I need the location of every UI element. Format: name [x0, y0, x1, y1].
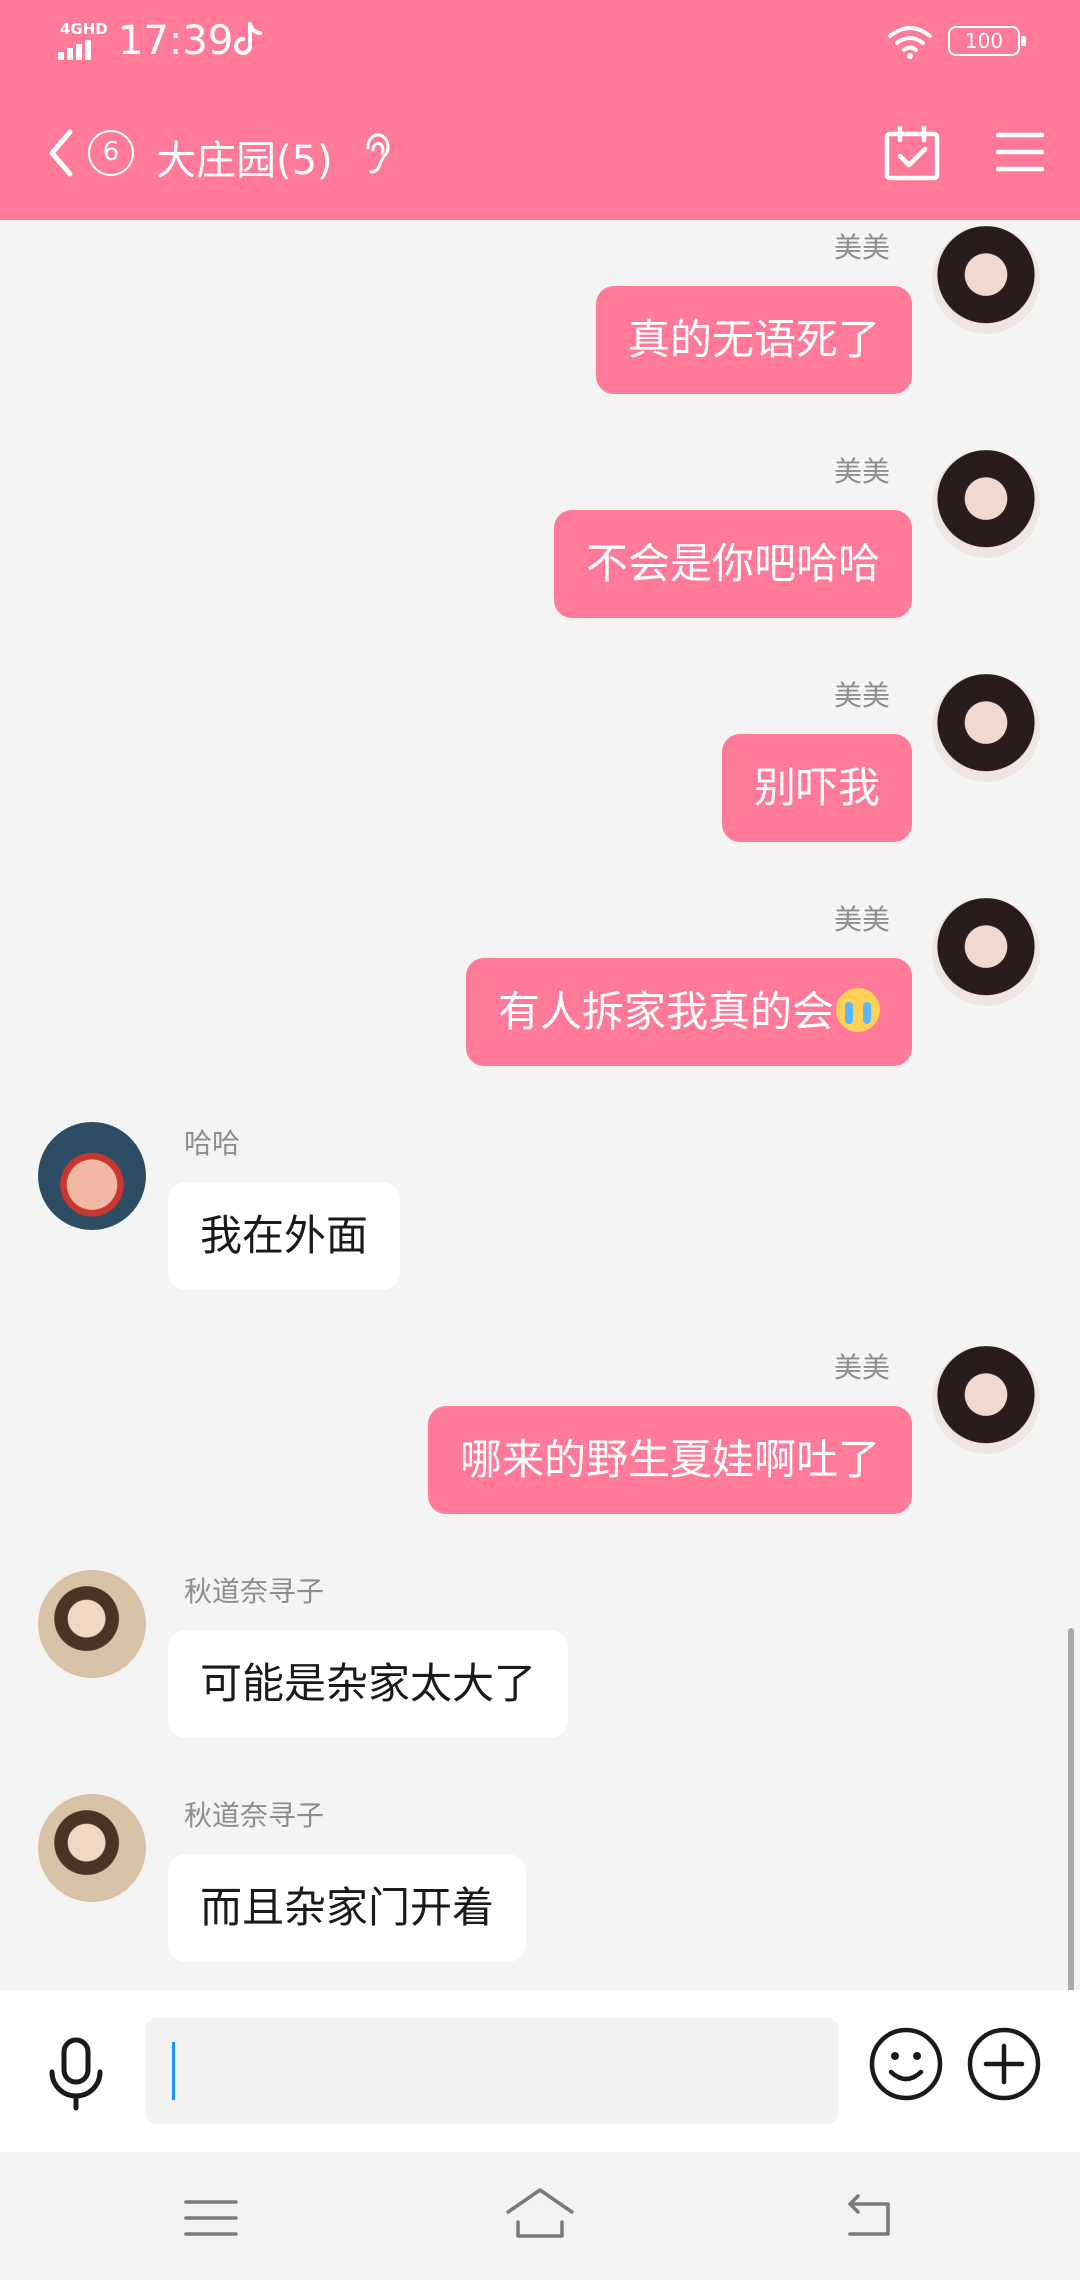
sender-name: 秋道奈寻子: [184, 1799, 325, 1832]
status-bar: 4GHD 17:39 100: [0, 0, 1080, 84]
avatar[interactable]: [932, 674, 1040, 782]
status-time: 17:39: [118, 18, 234, 64]
sender-name: 美美: [833, 231, 890, 264]
text-cursor: [172, 2042, 175, 2100]
wifi-icon: [888, 26, 932, 59]
message-bubble[interactable]: 有人拆家我真的会: [465, 958, 912, 1066]
sender-name: 美美: [833, 679, 890, 712]
avatar[interactable]: [932, 898, 1040, 1006]
avatar[interactable]: [38, 1122, 146, 1230]
unread-count-badge[interactable]: 6: [88, 130, 134, 176]
signal-icon: 4GHD: [58, 20, 108, 60]
message-bubble[interactable]: 不会是你吧哈哈: [553, 510, 912, 618]
battery-level: 100: [964, 29, 1004, 53]
chat-header: 6 大庄园(5): [0, 110, 1080, 200]
message-bubble[interactable]: 真的无语死了: [595, 286, 912, 394]
scrollbar[interactable]: [1068, 1628, 1074, 1992]
system-navigation-bar: [0, 2152, 1080, 2280]
calendar-check-icon[interactable]: [882, 124, 942, 184]
network-type: 4GHD: [60, 20, 108, 38]
smiley-icon[interactable]: [868, 2026, 944, 2102]
input-bar: [0, 1990, 1080, 2152]
sender-name: 美美: [833, 455, 890, 488]
menu-icon[interactable]: [996, 130, 1044, 174]
tiktok-icon: [234, 22, 262, 55]
menu-lines-icon[interactable]: [184, 2198, 238, 2238]
unread-count: 6: [102, 137, 120, 167]
message-bubble[interactable]: 可能是杂家太大了: [168, 1630, 569, 1738]
home-icon[interactable]: [504, 2186, 576, 2242]
crying-emoji-icon: [836, 988, 880, 1032]
message-bubble[interactable]: 别吓我: [721, 734, 912, 842]
message-bubble[interactable]: 而且杂家门开着: [168, 1854, 527, 1962]
sender-name: 哈哈: [184, 1127, 241, 1160]
battery-icon: 100: [948, 26, 1026, 56]
avatar[interactable]: [932, 450, 1040, 558]
avatar[interactable]: [38, 1570, 146, 1678]
avatar[interactable]: [38, 1794, 146, 1902]
microphone-icon[interactable]: [42, 2036, 110, 2112]
message-text: 有人拆家我真的会: [497, 987, 834, 1036]
avatar[interactable]: [932, 226, 1040, 334]
sender-name: 秋道奈寻子: [184, 1575, 325, 1608]
chat-title[interactable]: 大庄园(5): [156, 128, 333, 186]
sender-name: 美美: [833, 903, 890, 936]
message-bubble[interactable]: 我在外面: [168, 1182, 401, 1290]
ear-icon[interactable]: [360, 130, 392, 180]
message-input[interactable]: [146, 2018, 838, 2124]
back-arrow-icon[interactable]: [840, 2192, 896, 2240]
top-bar: 4GHD 17:39 100 6 大庄园(5): [0, 0, 1080, 220]
plus-circle-icon[interactable]: [966, 2026, 1042, 2102]
avatar[interactable]: [932, 1346, 1040, 1454]
message-bubble[interactable]: 哪来的野生夏娃啊吐了: [427, 1406, 912, 1514]
sender-name: 美美: [833, 1351, 890, 1384]
chat-message-list[interactable]: 美美 真的无语死了 美美 不会是你吧哈哈 美美 别吓我 美美 有人拆家我真的会 …: [0, 220, 1080, 1990]
back-icon[interactable]: [42, 124, 78, 182]
